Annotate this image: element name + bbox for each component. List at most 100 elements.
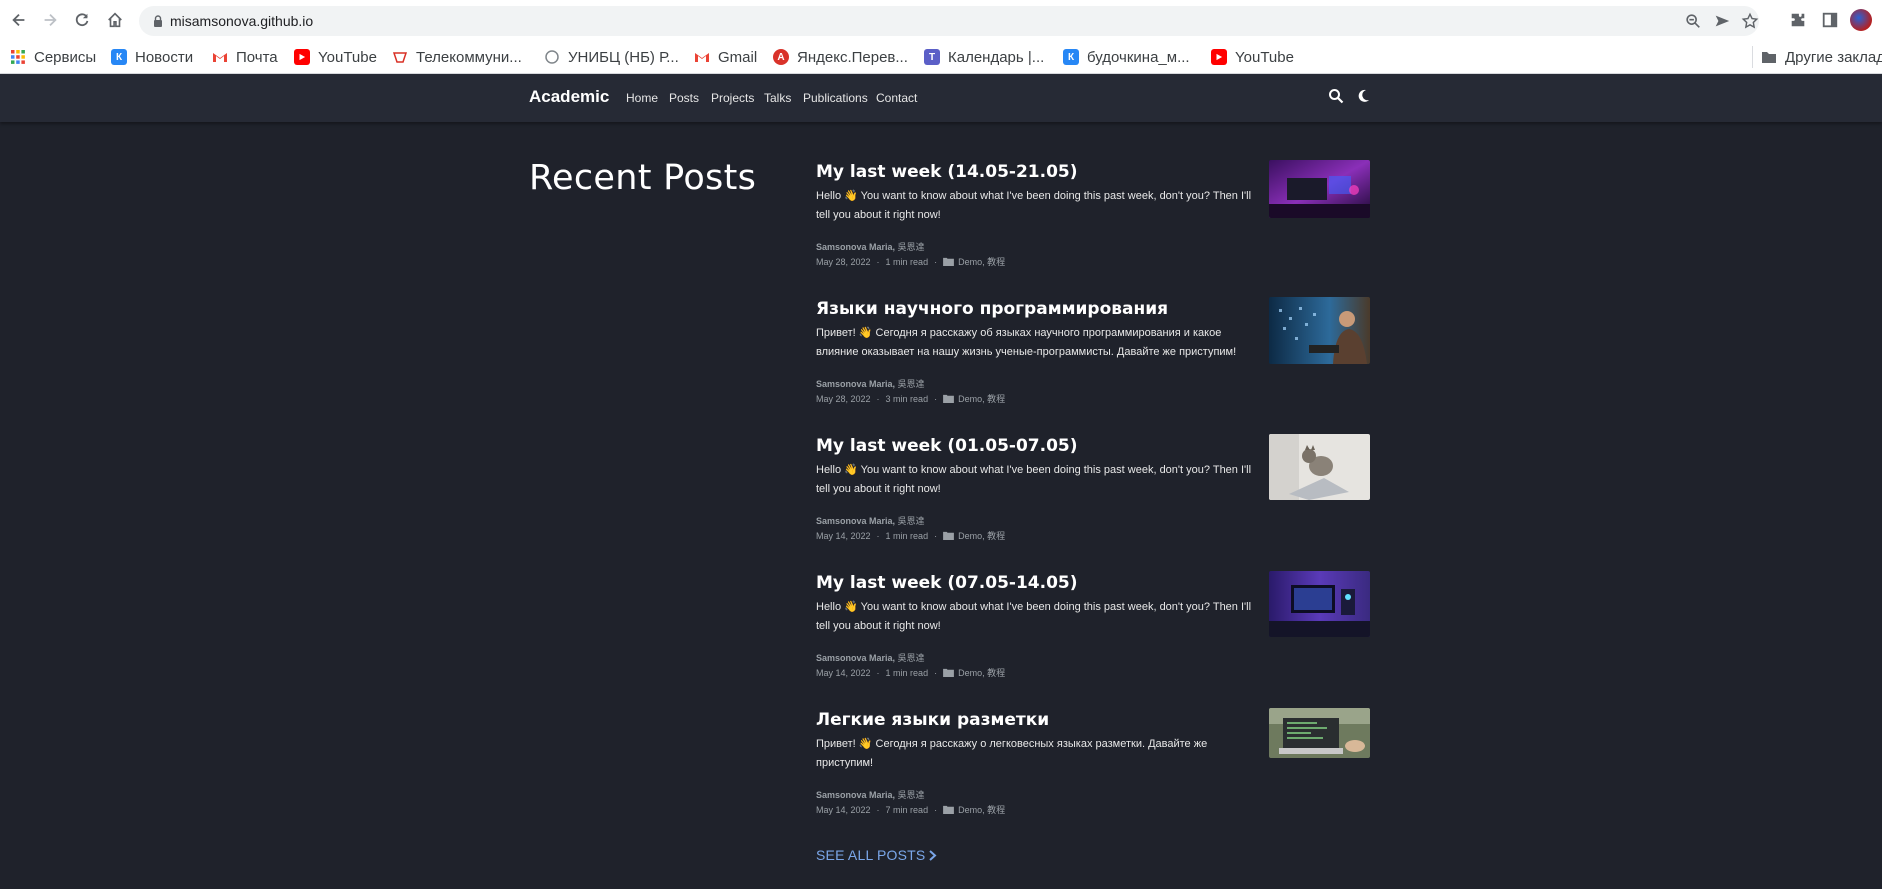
search-icon[interactable] (1328, 88, 1344, 104)
vk-icon: К (1063, 49, 1079, 65)
post-thumbnail[interactable] (1269, 160, 1370, 218)
author-name[interactable]: Samsonova Maria (816, 653, 893, 663)
bookmark-label: Новости (135, 48, 194, 66)
star-icon[interactable] (1741, 12, 1759, 30)
send-icon[interactable] (1713, 12, 1731, 30)
chevron-right-icon (929, 849, 937, 861)
reading-time: 1 min read (885, 530, 929, 541)
moon-icon[interactable] (1355, 88, 1371, 104)
folder-icon (943, 257, 954, 266)
post-item: Языки научного программирования Привет! … (816, 297, 1370, 404)
post-authors: Samsonova Maria, 吳恩達 (816, 790, 925, 800)
post-authors: Samsonova Maria, 吳恩達 (816, 242, 925, 252)
bookmark-vk-2[interactable]: К будочкина_м... (1063, 46, 1190, 68)
yandex-translate-icon: A (773, 49, 789, 65)
post-authors: Samsonova Maria, 吳恩達 (816, 516, 925, 526)
post-categories[interactable]: Demo, 教程 (958, 666, 1005, 679)
bookmark-news[interactable]: К Новости (111, 46, 193, 68)
post-summary: Привет! 👋 Сегодня я расскажу об языках н… (816, 327, 1237, 358)
bookmark-gmail[interactable]: Gmail (694, 46, 757, 68)
reading-time: 1 min read (885, 667, 929, 678)
page-title: Recent Posts (529, 158, 757, 198)
post-thumbnail[interactable] (1269, 571, 1370, 637)
other-bookmarks[interactable]: Другие заклад (1752, 46, 1882, 68)
side-panel-icon[interactable] (1821, 11, 1839, 29)
bookmark-label: Gmail (718, 48, 758, 66)
folder-icon (943, 531, 954, 540)
nav-posts[interactable]: Posts (669, 91, 699, 105)
bookmark-yandex-translate[interactable]: A Яндекс.Перев... (773, 46, 908, 68)
gmail-icon (694, 49, 710, 65)
post-thumbnail[interactable] (1269, 434, 1370, 500)
post-date: May 14, 2022 (816, 530, 871, 541)
author-name[interactable]: Samsonova Maria (816, 379, 893, 389)
post-date: May 28, 2022 (816, 393, 871, 404)
bookmark-youtube-2[interactable]: YouTube (1211, 46, 1294, 68)
reload-button[interactable] (71, 9, 93, 31)
site-brand[interactable]: Academic (529, 87, 609, 107)
profile-avatar[interactable] (1850, 9, 1872, 31)
author-name-2[interactable]: 吳恩達 (898, 516, 925, 526)
bookmark-telecom[interactable]: Телекоммуни... (392, 46, 522, 68)
post-summary: Hello 👋 You want to know about what I've… (816, 601, 1252, 632)
bookmark-label: YouTube (1235, 48, 1294, 66)
bookmark-label: Календарь |... (948, 48, 1045, 66)
back-button[interactable] (8, 9, 30, 31)
address-bar[interactable]: misamsonova.github.io (139, 6, 1759, 36)
post-meta: May 28, 2022 · 3 min read · Demo, 教程 (816, 392, 1006, 405)
author-name-2[interactable]: 吳恩達 (898, 790, 925, 800)
author-name-2[interactable]: 吳恩達 (898, 653, 925, 663)
nav-publications[interactable]: Publications (803, 91, 868, 105)
bookmark-mail[interactable]: Почта (212, 46, 278, 68)
nav-contact[interactable]: Contact (876, 91, 917, 105)
site-navbar: Academic Home Posts Projects Talks Publi… (0, 74, 1882, 122)
author-name[interactable]: Samsonova Maria (816, 516, 893, 526)
bookmark-label: Почта (236, 48, 278, 66)
reading-time: 7 min read (885, 804, 929, 815)
post-thumbnail[interactable] (1269, 708, 1370, 758)
post-summary: Hello 👋 You want to know about what I've… (816, 190, 1252, 221)
youtube-icon (294, 49, 310, 65)
forward-button[interactable] (39, 9, 61, 31)
nav-home[interactable]: Home (626, 91, 658, 105)
author-name-2[interactable]: 吳恩達 (898, 379, 925, 389)
youtube-icon (1211, 49, 1227, 65)
vk-icon: К (111, 49, 127, 65)
home-button[interactable] (104, 9, 126, 31)
post-categories[interactable]: Demo, 教程 (958, 255, 1005, 268)
post-authors: Samsonova Maria, 吳恩達 (816, 653, 925, 663)
browser-toolbar: misamsonova.github.io (0, 0, 1882, 41)
bookmark-label: будочкина_м... (1087, 48, 1190, 66)
author-name[interactable]: Samsonova Maria (816, 790, 893, 800)
post-thumbnail[interactable] (1269, 297, 1370, 364)
see-all-label: SEE ALL POSTS (816, 847, 926, 863)
author-name-2[interactable]: 吳恩達 (898, 242, 925, 252)
author-name[interactable]: Samsonova Maria (816, 242, 893, 252)
lock-icon (154, 15, 162, 27)
post-categories[interactable]: Demo, 教程 (958, 529, 1005, 542)
bookmark-label: Телекоммуни... (416, 48, 522, 66)
bookmark-services[interactable]: Сервисы (10, 46, 96, 68)
bookmark-youtube[interactable]: YouTube (294, 46, 377, 68)
post-date: May 14, 2022 (816, 804, 871, 815)
arrow-right-icon (44, 13, 57, 27)
folder-icon (943, 394, 954, 403)
zoom-icon[interactable] (1684, 12, 1702, 30)
bookmark-calendar[interactable]: T Календарь |... (924, 46, 1044, 68)
bookmark-library[interactable]: УНИБЦ (НБ) Р... (544, 46, 679, 68)
post-categories[interactable]: Demo, 教程 (958, 392, 1005, 405)
post-item: Легкие языки разметки Привет! 👋 Сегодня … (816, 708, 1370, 815)
gmail-icon (212, 49, 228, 65)
post-categories[interactable]: Demo, 教程 (958, 803, 1005, 816)
bookmark-label: УНИБЦ (НБ) Р... (568, 48, 679, 66)
post-item: My last week (07.05-14.05) Hello 👋 You w… (816, 571, 1370, 678)
nav-talks[interactable]: Talks (764, 91, 791, 105)
post-meta: May 14, 2022 · 1 min read · Demo, 教程 (816, 666, 1006, 679)
nav-projects[interactable]: Projects (711, 91, 754, 105)
folder-icon (1761, 49, 1777, 65)
bookmark-label: Сервисы (34, 48, 97, 66)
bookmark-label: Яндекс.Перев... (797, 48, 908, 66)
extensions-icon[interactable] (1789, 11, 1807, 29)
see-all-posts-link[interactable]: SEE ALL POSTS (816, 847, 937, 863)
folder-icon (943, 805, 954, 814)
